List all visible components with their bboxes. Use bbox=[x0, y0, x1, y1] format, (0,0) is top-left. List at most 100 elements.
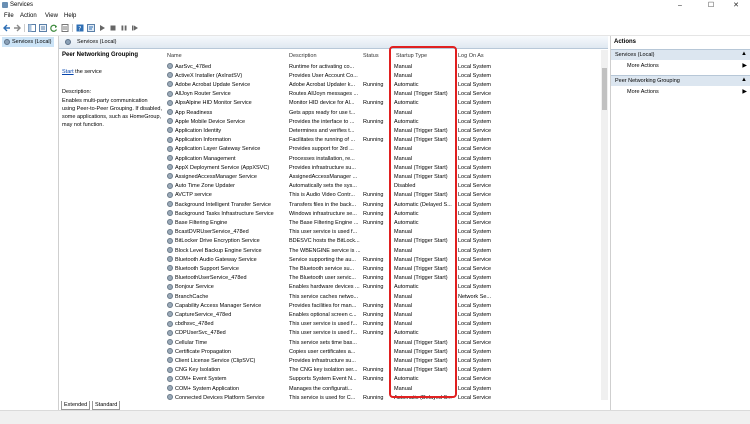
service-description: Facilitates the running of ... bbox=[289, 137, 356, 144]
service-name: App Readiness bbox=[175, 109, 213, 116]
service-name: Bonjour Service bbox=[175, 284, 214, 291]
collapse-arrow-icon[interactable]: ▲ bbox=[741, 77, 747, 83]
table-row[interactable]: Application Identity Determines and verif… bbox=[165, 126, 608, 135]
table-row[interactable]: Connected Devices Platform Service This s… bbox=[165, 393, 608, 400]
close-button[interactable]: ✕ bbox=[722, 0, 750, 11]
table-row[interactable]: Application Management Processes installa… bbox=[165, 154, 608, 163]
expand-arrow-icon[interactable]: ▶ bbox=[742, 62, 747, 69]
column-header-name[interactable]: Name bbox=[167, 53, 182, 59]
table-row[interactable]: Background Intelligent Transfer Service T… bbox=[165, 200, 608, 209]
actions-section-peer-networking[interactable]: Peer Networking Grouping ▲ bbox=[611, 75, 750, 86]
table-row[interactable]: CaptureService_478ed Enables optional scr… bbox=[165, 310, 608, 319]
restart-service-icon[interactable] bbox=[131, 24, 139, 32]
table-row[interactable]: ActiveX Installer (AxInstSV) Provides Use… bbox=[165, 71, 608, 80]
menu-action[interactable]: Action bbox=[20, 13, 37, 19]
table-row[interactable]: CDPUserSvc_478ed This user service is use… bbox=[165, 329, 608, 338]
actions-pane: Actions Services (Local) ▲ More Actions … bbox=[610, 36, 750, 410]
service-description: Provides support for 3rd ... bbox=[289, 146, 354, 153]
refresh-icon[interactable] bbox=[50, 24, 58, 32]
menu-file[interactable]: File bbox=[4, 13, 14, 19]
start-service-link[interactable]: Start bbox=[62, 69, 74, 75]
table-row[interactable]: BranchCache This service caches netwo... M… bbox=[165, 292, 608, 301]
table-row[interactable]: AssignedAccessManager Service AssignedAcc… bbox=[165, 172, 608, 181]
column-header-log-on-as[interactable]: Log On As bbox=[458, 53, 484, 59]
table-row[interactable]: COM+ Event System Supports System Event N… bbox=[165, 375, 608, 384]
tab-extended[interactable]: Extended bbox=[61, 401, 91, 410]
service-log-on-as: Local System bbox=[458, 330, 492, 337]
table-row[interactable]: CNG Key Isolation The CNG key isolation s… bbox=[165, 366, 608, 375]
tab-standard[interactable]: Standard bbox=[92, 401, 121, 410]
service-name: Application Identity bbox=[175, 127, 222, 134]
minimize-button[interactable]: – bbox=[666, 0, 694, 11]
collapse-arrow-icon[interactable]: ▲ bbox=[741, 51, 747, 57]
service-log-on-as: Local System bbox=[458, 210, 492, 217]
table-row[interactable]: Application Layer Gateway Service Provide… bbox=[165, 145, 608, 154]
scrollbar-thumb[interactable] bbox=[602, 68, 607, 110]
table-row[interactable]: Bluetooth Audio Gateway Service Service s… bbox=[165, 255, 608, 264]
menu-help[interactable]: Help bbox=[64, 13, 76, 19]
service-log-on-as: Local System bbox=[458, 173, 492, 180]
table-row[interactable]: Certificate Propagation Copies user certi… bbox=[165, 347, 608, 356]
stop-service-icon[interactable] bbox=[109, 24, 117, 32]
start-service-icon[interactable] bbox=[98, 24, 106, 32]
service-gear-icon bbox=[167, 182, 173, 189]
column-header-description[interactable]: Description bbox=[289, 53, 317, 59]
table-row[interactable]: Background Tasks Infrastructure Service W… bbox=[165, 209, 608, 218]
expand-arrow-icon[interactable]: ▶ bbox=[742, 88, 747, 95]
service-name: AppX Deployment Service (AppXSVC) bbox=[175, 164, 270, 171]
table-row[interactable]: Auto Time Zone Updater Automatically sets… bbox=[165, 182, 608, 191]
service-gear-icon bbox=[167, 385, 173, 391]
service-name: Background Intelligent Transfer Service bbox=[175, 201, 271, 208]
service-description: Routes AllJoyn messages ... bbox=[289, 91, 359, 98]
service-description: Windows infrastructure se... bbox=[289, 210, 357, 217]
properties-icon[interactable] bbox=[87, 24, 95, 32]
table-row[interactable]: Base Filtering Engine The Base Filtering … bbox=[165, 218, 608, 227]
table-row[interactable]: Capability Access Manager Service Provide… bbox=[165, 301, 608, 310]
table-row[interactable]: AVCTP service This is Audio Video Contr..… bbox=[165, 191, 608, 200]
table-row[interactable]: App Readiness Gets apps ready for use t..… bbox=[165, 108, 608, 117]
table-row[interactable]: AarSvc_478ed Runtime for activating co...… bbox=[165, 62, 608, 71]
column-header-status[interactable]: Status bbox=[363, 53, 379, 59]
table-row[interactable]: AllJoyn Router Service Routes AllJoyn mes… bbox=[165, 90, 608, 99]
service-log-on-as: Local Service bbox=[458, 192, 492, 199]
table-row[interactable]: BitLocker Drive Encryption Service BDESVC… bbox=[165, 237, 608, 246]
start-service-suffix: the service bbox=[73, 69, 102, 75]
forward-arrow-icon[interactable] bbox=[13, 24, 21, 32]
more-actions-link[interactable]: More Actions bbox=[627, 63, 659, 69]
actions-section-label: Peer Networking Grouping bbox=[615, 78, 680, 84]
service-gear-icon bbox=[167, 247, 173, 253]
console-view-icon[interactable] bbox=[39, 24, 47, 32]
table-row[interactable]: Cellular Time This service sets time bas.… bbox=[165, 338, 608, 347]
service-name: COM+ Event System bbox=[175, 376, 227, 383]
help-icon[interactable]: ? bbox=[76, 24, 84, 32]
table-row[interactable]: Application Information Facilitates the r… bbox=[165, 136, 608, 145]
service-gear-icon bbox=[167, 201, 173, 207]
service-log-on-as: Local System bbox=[458, 63, 492, 70]
list-scrollbar[interactable] bbox=[601, 50, 608, 400]
table-row[interactable]: Adobe Acrobat Update Service Adobe Acroba… bbox=[165, 80, 608, 89]
table-row[interactable]: Bluetooth Support Service The Bluetooth s… bbox=[165, 264, 608, 273]
actions-section-services-local[interactable]: Services (Local) ▲ bbox=[611, 49, 750, 60]
show-hide-tree-icon[interactable] bbox=[28, 24, 36, 32]
service-log-on-as: Local System bbox=[458, 164, 492, 171]
table-row[interactable]: Block Level Backup Engine Service The WBE… bbox=[165, 246, 608, 255]
pause-service-icon[interactable] bbox=[120, 24, 128, 32]
tree-item-services-local[interactable]: Services (Local) bbox=[2, 37, 54, 47]
table-row[interactable]: Apple Mobile Device Service Provides the … bbox=[165, 117, 608, 126]
service-log-on-as: Local System bbox=[458, 81, 492, 88]
table-row[interactable]: COM+ System Application Manages the confi… bbox=[165, 384, 608, 393]
table-row[interactable]: AppX Deployment Service (AppXSVC) Provide… bbox=[165, 163, 608, 172]
back-arrow-icon[interactable] bbox=[3, 24, 11, 32]
table-row[interactable]: cbdhsvc_478ed This user service is used f… bbox=[165, 320, 608, 329]
service-name: Adobe Acrobat Update Service bbox=[175, 81, 251, 88]
table-row[interactable]: Bonjour Service Enables hardware devices … bbox=[165, 283, 608, 292]
table-row[interactable]: Client License Service (ClipSVC) Provides… bbox=[165, 356, 608, 365]
table-row[interactable]: BcastDVRUserService_478ed This user servi… bbox=[165, 228, 608, 237]
service-gear-icon bbox=[167, 265, 173, 272]
more-actions-link[interactable]: More Actions bbox=[627, 89, 659, 95]
export-list-icon[interactable] bbox=[61, 24, 69, 32]
maximize-button[interactable]: ☐ bbox=[697, 0, 725, 11]
table-row[interactable]: BluetoothUserService_478ed The Bluetooth … bbox=[165, 274, 608, 283]
menu-view[interactable]: View bbox=[45, 13, 58, 19]
table-row[interactable]: AlpsAlpine HID Monitor Service Monitor HI… bbox=[165, 99, 608, 108]
